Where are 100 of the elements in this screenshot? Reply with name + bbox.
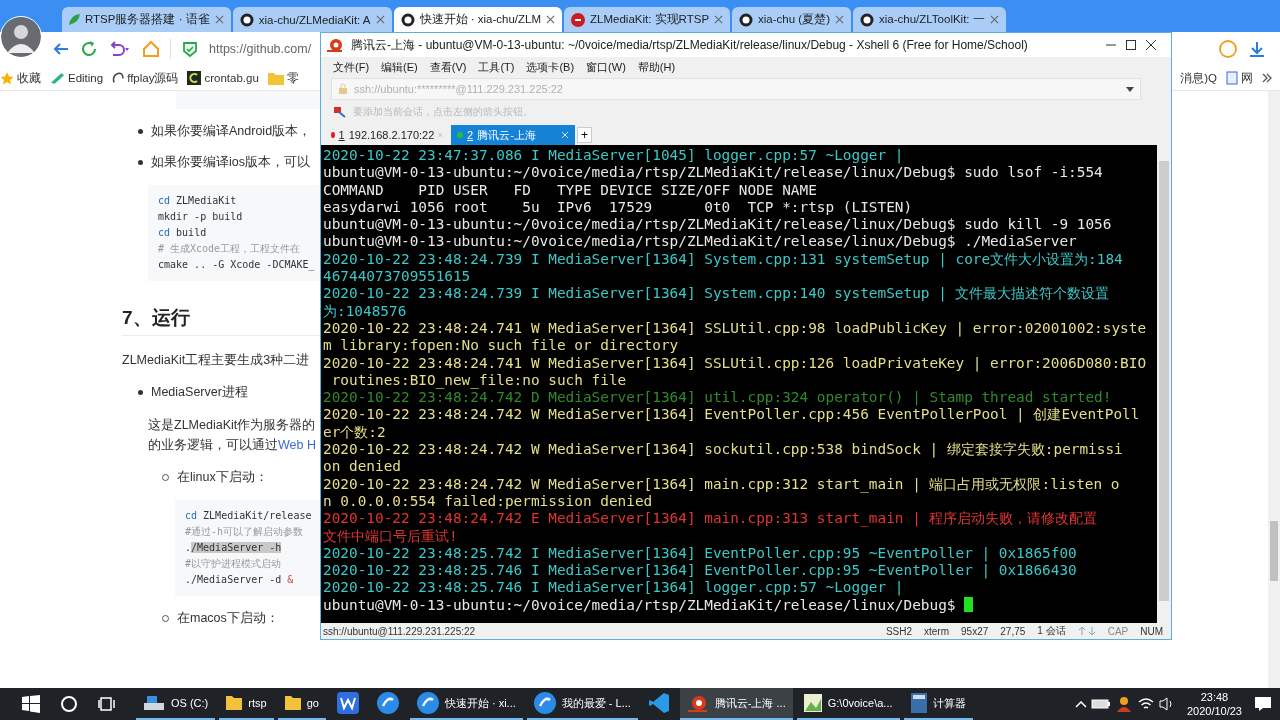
browser-tab[interactable]: ZLMediaKit: 实现RTSP bbox=[564, 7, 731, 32]
code-line: #通过-h可以了解启动参数 bbox=[185, 525, 304, 539]
calculator-icon bbox=[910, 693, 927, 713]
session-tab[interactable]: 1 192.168.2.170:22 bbox=[325, 125, 449, 145]
status-text: xterm bbox=[924, 625, 950, 637]
menu-item[interactable]: 选项卡(B) bbox=[526, 59, 575, 75]
tab-title: xia-chu/ZLToolKit: 一 bbox=[879, 12, 985, 27]
clock[interactable]: 23:48 2020/10/23 bbox=[1178, 690, 1250, 718]
pen-icon bbox=[50, 72, 65, 84]
session-tab[interactable]: 2 腾讯云-上海 bbox=[451, 125, 575, 145]
taskbar-item[interactable]: 快速开始 · xi... bbox=[409, 688, 523, 720]
leaf-icon bbox=[69, 14, 80, 25]
code-line: cd ZLMediaKit/release bbox=[185, 509, 312, 523]
tab-title: xia-chu/ZLMediaKit: A bbox=[258, 13, 371, 26]
menu-item[interactable]: 工具(T) bbox=[478, 59, 515, 75]
dropdown-icon[interactable] bbox=[1126, 86, 1134, 92]
status-text: ssh://ubuntu@111.229.231.225:22 bbox=[323, 625, 476, 637]
browser-tab[interactable]: RTSP服务器搭建 · 语雀 bbox=[62, 7, 231, 32]
undo-icon[interactable] bbox=[108, 40, 132, 58]
folder-icon bbox=[267, 71, 284, 85]
tab-title: xia-chu (夏楚) bbox=[758, 12, 830, 27]
browser-tab[interactable]: xia-chu/ZLMediaKit: A bbox=[232, 7, 392, 32]
task-view-icon[interactable] bbox=[98, 695, 116, 713]
code-line: cmake .. -G Xcode -DCMAKE_ bbox=[158, 258, 315, 273]
browser-tab[interactable]: 快速开始 · xia-chu/ZLM bbox=[393, 7, 563, 32]
terminal-line: 2020-10-22 23:48:24.741 W MediaServer[1364] SSLUtil.cpp:98 loadPublicKey | error:02001002:syste bbox=[323, 319, 1147, 338]
code-line: cd ZLMediaKit bbox=[158, 194, 237, 208]
bookmark[interactable]: Editing bbox=[50, 72, 104, 84]
terminal-line: 2020-10-22 23:48:24.739 I MediaServer[1364] System.cpp:131 systemSetup | core文件大小设置为:184 bbox=[323, 250, 1123, 269]
bookmark[interactable]: crontab.gu bbox=[187, 71, 259, 85]
link[interactable]: Web H bbox=[278, 438, 316, 452]
bookmark[interactable]: ffplay源码 bbox=[112, 70, 179, 86]
folder-icon bbox=[284, 696, 301, 710]
code-editor-icon bbox=[648, 693, 669, 713]
terminal-line: 2020-10-22 23:48:24.742 W MediaServer[1364] EventPoller.cpp:456 EventPollerPool | 创建EventPoll bbox=[323, 406, 1140, 424]
bookmark[interactable]: 网 bbox=[1226, 70, 1253, 86]
bookmark[interactable]: 收藏 bbox=[0, 70, 41, 86]
code-line: ./MediaServer -d & bbox=[185, 573, 294, 587]
browser-tab[interactable]: xia-chu/ZLToolKit: 一 bbox=[853, 7, 1006, 32]
person-icon[interactable] bbox=[1114, 695, 1133, 713]
star-icon bbox=[0, 71, 14, 85]
terminal-line: m library:fopen:No such file or directory bbox=[323, 337, 679, 355]
terminal-line: COMMAND PID USER FD TYPE DEVICE SIZE/OFF NODE NAME bbox=[323, 181, 817, 199]
terminal-line: 2020-10-22 23:47:37.086 I MediaServer[1045] logger.cpp:57 ~Logger | bbox=[323, 147, 904, 165]
terminal-line: n 0.0.0.0:554 failed:permission denied bbox=[323, 492, 653, 511]
list-text: 在linux下启动： bbox=[177, 469, 268, 486]
bookmark[interactable]: 消息)Q bbox=[1180, 70, 1217, 86]
address-field[interactable]: https://github.com/ bbox=[209, 42, 312, 56]
taskbar-item[interactable]: G:\0voice\a... bbox=[796, 688, 900, 720]
lock-icon bbox=[338, 83, 348, 95]
terminal-line: 2020-10-22 23:48:24.742 W MediaServer[1364] main.cpp:312 start_main | 端口占用或无权限:listen o bbox=[323, 475, 1120, 493]
terminal-line: 文件中端口号后重试! bbox=[323, 527, 458, 545]
list-text: 如果你要编译ios版本，可以 bbox=[151, 154, 310, 171]
taskbar-item[interactable]: OS (C:) bbox=[136, 688, 216, 720]
battery-icon[interactable] bbox=[1090, 698, 1111, 710]
code-line: #以守护进程模式启动 bbox=[185, 557, 282, 571]
menu-item[interactable]: 查看(V) bbox=[429, 59, 467, 75]
status-text: 95x27 bbox=[961, 625, 989, 637]
status-text: NUM bbox=[1140, 625, 1163, 637]
chevron-up-icon[interactable] bbox=[1074, 700, 1087, 708]
flag-icon bbox=[333, 106, 347, 118]
scrollbar[interactable] bbox=[1268, 91, 1280, 688]
windows-icon[interactable] bbox=[22, 695, 40, 713]
search-icon[interactable] bbox=[60, 695, 78, 713]
terminal-line: ubuntu@VM-0-13-ubuntu:~/0voice/media/rtsp/ZLMediaKit/release/linux/Debug$ sudo lsof -i:554 bbox=[323, 164, 1103, 182]
terminal-line: 46744073709551615 bbox=[323, 268, 471, 286]
taskbar-item[interactable]: 我的最爱 - L... bbox=[526, 688, 638, 720]
bookmark[interactable]: 零 bbox=[267, 70, 299, 86]
download-icon[interactable] bbox=[1248, 40, 1266, 58]
terminal-line: ubuntu@VM-0-13-ubuntu:~/0voice/media/rtsp/ZLMediaKit/release/linux/Debug$ bbox=[323, 596, 974, 614]
taskbar-item[interactable]: go bbox=[277, 688, 326, 720]
arrows-icon bbox=[1077, 626, 1096, 636]
taskbar-item[interactable]: 计算器 bbox=[903, 688, 973, 720]
list-text: MediaServer进程 bbox=[151, 384, 248, 401]
status-text: SSH2 bbox=[885, 625, 913, 637]
chevron-icon[interactable] bbox=[1262, 73, 1272, 83]
refresh-icon[interactable] bbox=[80, 40, 98, 58]
new-tab-button[interactable]: + bbox=[577, 127, 592, 143]
shield-icon bbox=[181, 40, 199, 58]
browser-tab[interactable]: xia-chu (夏楚) bbox=[732, 7, 851, 32]
menu-item[interactable]: 编辑(E) bbox=[381, 59, 418, 75]
cursor bbox=[964, 596, 974, 612]
terminal-line: ubuntu@VM-0-13-ubuntu:~/0voice/media/rtsp/ZLMediaKit/release/linux/Debug$ ./MediaServer bbox=[323, 233, 1077, 251]
code-line: ./MediaServer -h bbox=[185, 541, 282, 555]
menu-item[interactable]: 文件(F) bbox=[333, 59, 370, 75]
menu-item[interactable]: 窗口(W) bbox=[586, 59, 626, 75]
maximize-icon[interactable] bbox=[1125, 39, 1137, 51]
taskbar-item[interactable]: 腾讯云-上海 ... bbox=[679, 688, 793, 720]
terminal-line: 为:1048576 bbox=[323, 302, 407, 320]
taskbar-item[interactable]: rtsp bbox=[219, 688, 274, 720]
code-line: cd build bbox=[158, 226, 207, 240]
menu-item[interactable]: 帮助(H) bbox=[637, 59, 676, 75]
notification-icon[interactable] bbox=[1254, 696, 1272, 712]
bullet-icon bbox=[138, 129, 143, 134]
wifi-icon[interactable] bbox=[1136, 696, 1155, 712]
speaker-icon[interactable] bbox=[1158, 696, 1175, 712]
list-text: 如果你要编译Android版本， bbox=[151, 123, 312, 140]
close-icon[interactable] bbox=[1145, 39, 1157, 51]
tab-title: 快速开始 · xia-chu/ZLM bbox=[419, 12, 542, 27]
terminal-line: 2020-10-22 23:48:24.742 E MediaServer[1364] main.cpp:313 start_main | 程序启动失败，请修改配置 bbox=[323, 510, 1098, 528]
